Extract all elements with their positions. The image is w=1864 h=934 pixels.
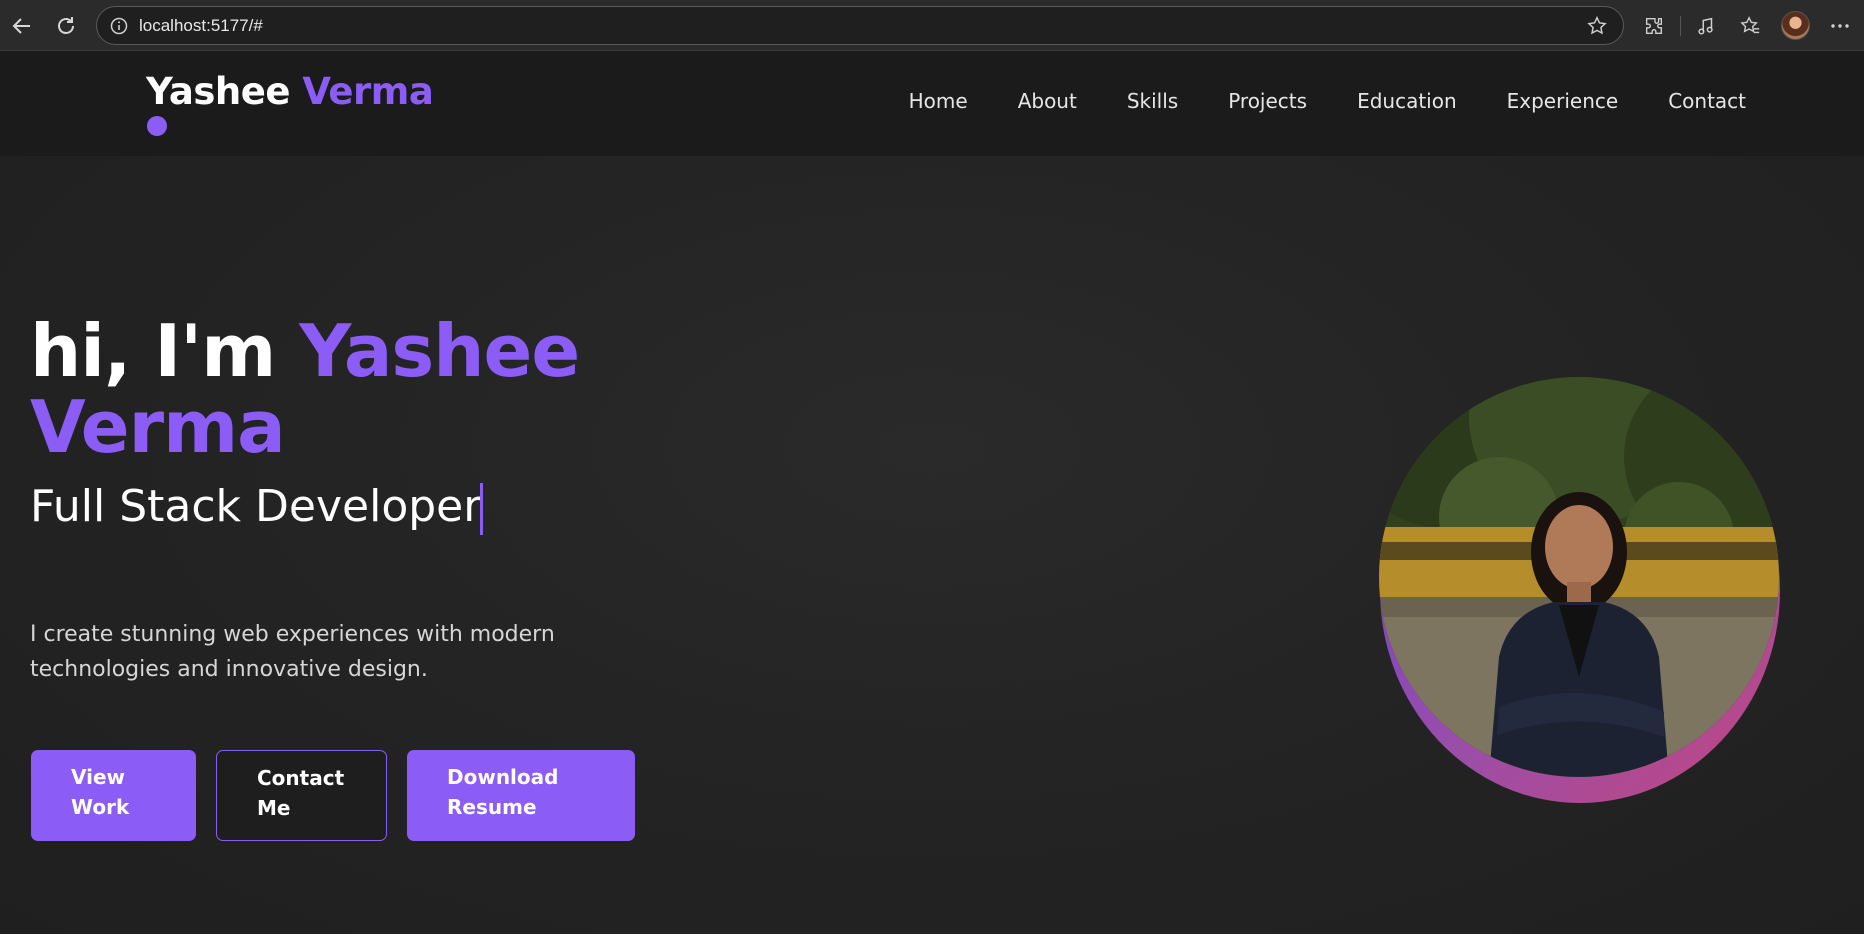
- hero-role: Full Stack Developer: [30, 481, 482, 532]
- nav-contact[interactable]: Contact: [1668, 89, 1746, 113]
- hero-description: I create stunning web experiences with m…: [30, 622, 555, 682]
- profile-avatar[interactable]: [1781, 11, 1810, 40]
- star-icon[interactable]: [1583, 12, 1611, 40]
- more-icon[interactable]: [1826, 12, 1854, 40]
- profile-photo-illustration: [1379, 377, 1779, 777]
- download-resume-button[interactable]: Download Resume: [407, 750, 635, 841]
- view-work-button[interactable]: View Work: [31, 750, 196, 841]
- url-text: localhost:5177/#: [139, 16, 263, 35]
- browser-toolbar: localhost:5177/#: [0, 0, 1864, 51]
- page: Yashee Verma Home About Skills Projects …: [0, 51, 1864, 934]
- nav-home[interactable]: Home: [909, 89, 968, 113]
- contact-label-1: Contact: [257, 766, 345, 790]
- site-logo[interactable]: Yashee Verma: [146, 70, 434, 113]
- contact-label-2: Me: [257, 796, 291, 820]
- nav-skills[interactable]: Skills: [1127, 89, 1178, 113]
- nav-projects[interactable]: Projects: [1228, 89, 1307, 113]
- profile-photo: [1379, 377, 1779, 777]
- hero-name-first: Yashee: [299, 309, 580, 393]
- reload-icon[interactable]: [52, 12, 80, 40]
- contact-me-button[interactable]: Contact Me: [216, 750, 387, 841]
- info-icon[interactable]: [105, 12, 133, 40]
- nav-about[interactable]: About: [1018, 89, 1077, 113]
- resume-label-1: Download: [447, 765, 559, 789]
- logo-first-name: Yashee: [146, 70, 290, 113]
- hero-name-last: Verma: [30, 385, 286, 469]
- nav-experience[interactable]: Experience: [1507, 89, 1619, 113]
- resume-label-2: Resume: [447, 795, 537, 819]
- view-work-label-2: Work: [71, 795, 130, 819]
- favorites-icon[interactable]: [1736, 12, 1764, 40]
- logo-dot: [147, 116, 167, 136]
- back-arrow-icon[interactable]: [8, 12, 36, 40]
- main-nav: Home About Skills Projects Education Exp…: [909, 89, 1746, 113]
- media-icon[interactable]: [1692, 12, 1720, 40]
- toolbar-divider: [1680, 16, 1681, 36]
- logo-last-name: Verma: [302, 70, 434, 113]
- typing-cursor: [480, 483, 483, 535]
- address-bar[interactable]: localhost:5177/#: [96, 6, 1624, 45]
- view-work-label-1: View: [71, 765, 126, 789]
- hero-title: hi, I'm Yashee Verma: [30, 313, 580, 465]
- hero-greeting: hi, I'm: [30, 309, 276, 393]
- site-header: Yashee Verma Home About Skills Projects …: [0, 51, 1864, 156]
- nav-education[interactable]: Education: [1357, 89, 1457, 113]
- extensions-icon[interactable]: [1640, 12, 1668, 40]
